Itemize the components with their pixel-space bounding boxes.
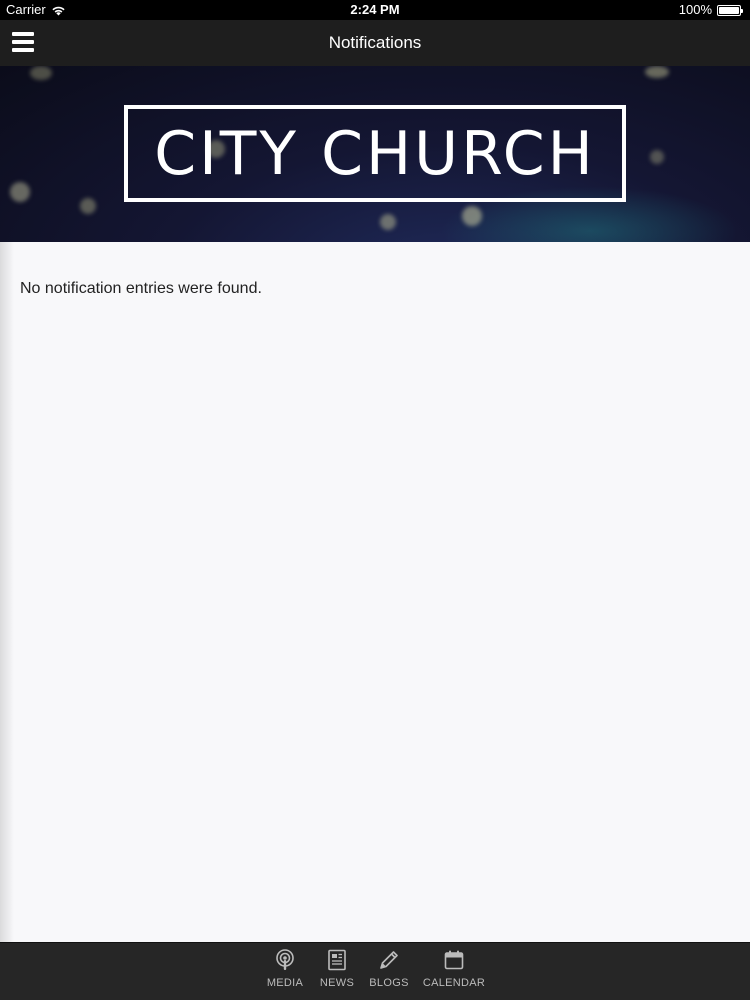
podcast-icon [276,949,294,970]
battery-icon [717,4,743,16]
app-screen: Carrier 2:24 PM 100% Notifications CITY … [0,0,750,1000]
tab-news[interactable]: NEWS [317,949,357,997]
tab-label: CALENDAR [422,977,486,989]
logo-text: CITY CHURCH [154,118,596,189]
status-time: 2:24 PM [350,2,400,17]
tab-bar: MEDIA NEWS BLOGS CALENDAR [0,942,750,1000]
tab-blogs[interactable]: BLOGS [367,949,411,997]
tab-label: BLOGS [369,977,409,989]
tab-media[interactable]: MEDIA [265,949,305,997]
navigation-bar: Notifications [0,20,750,66]
bokeh-light [645,66,669,78]
drawer-edge-shadow [0,242,14,942]
bokeh-light [30,66,52,80]
bokeh-light [462,206,482,226]
pencil-icon [380,951,398,969]
tab-calendar[interactable]: CALENDAR [423,949,485,997]
bokeh-light [80,198,96,214]
notifications-content: No notification entries were found. [0,242,750,942]
bokeh-light [650,150,664,164]
tab-label: NEWS [319,977,355,989]
church-logo: CITY CHURCH [124,105,626,202]
status-right: 100% [679,0,744,20]
battery-fill [719,6,739,14]
calendar-icon [444,950,464,970]
tab-label: MEDIA [266,977,304,989]
newspaper-icon [328,949,346,971]
church-banner: CITY CHURCH [0,66,750,242]
battery-percent: 100% [678,2,712,17]
status-bar: Carrier 2:24 PM 100% [0,0,750,20]
bokeh-light [10,182,30,202]
empty-state-message: No notification entries were found. [20,280,262,297]
bokeh-light [380,214,396,230]
page-title: Notifications [328,33,422,52]
